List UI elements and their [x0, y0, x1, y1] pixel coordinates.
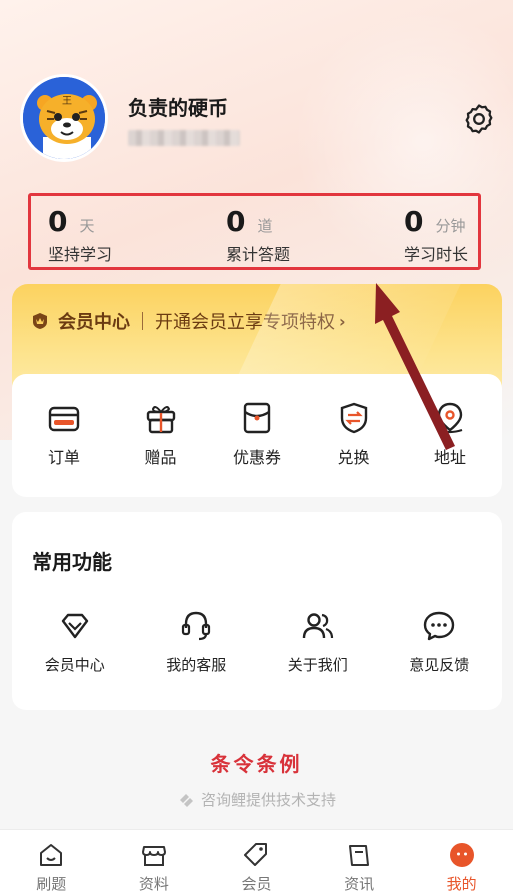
- stat-label: 学习时长: [403, 245, 468, 264]
- tab-mine[interactable]: 我的: [417, 830, 507, 895]
- username: 负责的硬币: [128, 96, 228, 120]
- section-title: 常用功能: [32, 550, 112, 574]
- gear-icon: [465, 104, 493, 134]
- users-icon: [302, 613, 333, 639]
- member-center-title: 会员中心: [58, 312, 130, 333]
- common-item-label: 我的客服: [166, 656, 227, 674]
- book-icon: [349, 845, 370, 866]
- store-icon: [141, 846, 166, 866]
- tab-label: 资讯: [344, 875, 375, 893]
- stat-unit: 天: [79, 217, 95, 235]
- common-item-label: 会员中心: [44, 656, 105, 674]
- headset-icon: [182, 611, 211, 641]
- quick-action-exchange[interactable]: 兑换: [314, 400, 394, 497]
- stat-study-days[interactable]: 0 天 坚持学习: [48, 208, 112, 267]
- stat-total-answers[interactable]: 0 道 累计答题: [226, 208, 290, 267]
- stat-label: 累计答题: [225, 245, 290, 264]
- wallet-icon: [48, 406, 80, 432]
- common-item-label: 关于我们: [287, 656, 348, 674]
- avatar[interactable]: 王: [20, 74, 108, 162]
- brand-logo-icon: [179, 793, 193, 807]
- quick-action-label: 订单: [47, 448, 80, 467]
- quick-action-label: 优惠券: [232, 448, 281, 467]
- tab-label: 会员: [241, 875, 272, 893]
- quick-actions-card: 订单 赠品 优惠券 兑换 地址: [12, 374, 502, 497]
- coupon-icon: [243, 402, 271, 434]
- tab-label: 刷题: [36, 875, 67, 893]
- common-member-center[interactable]: 会员中心: [20, 608, 130, 675]
- quick-action-label: 兑换: [337, 448, 370, 467]
- powered-by: 咨询鲤提供技术支持: [0, 789, 513, 810]
- stat-unit: 分钟: [435, 217, 466, 235]
- tab-membership[interactable]: 会员: [211, 830, 301, 895]
- tab-label: 资料: [138, 875, 169, 893]
- stat-value: 0: [225, 205, 246, 238]
- bottom-tab-bar: 刷题 资料 会员 资讯 我的: [0, 829, 513, 895]
- stat-unit: 道: [257, 217, 273, 235]
- stat-study-time[interactable]: 0 分钟 学习时长: [404, 208, 468, 267]
- stat-value: 0: [48, 205, 68, 238]
- crown-shield-icon: [33, 313, 47, 329]
- exchange-shield-icon: [340, 402, 367, 434]
- tag-icon: [244, 843, 268, 866]
- location-pin-icon: [437, 402, 463, 434]
- stat-label: 坚持学习: [48, 245, 113, 264]
- quick-action-label: 地址: [433, 448, 466, 467]
- common-about-us[interactable]: 关于我们: [263, 608, 373, 675]
- user-id-blurred: [128, 130, 240, 146]
- common-functions-card: 常用功能 会员中心 我的客服 关于我们 意见反馈: [12, 512, 502, 710]
- quick-action-gifts[interactable]: 赠品: [121, 400, 201, 497]
- quick-action-coupons[interactable]: 优惠券: [217, 400, 297, 497]
- member-promo-text: 开通会员立享专项特权: [155, 312, 335, 333]
- tab-materials[interactable]: 资料: [109, 830, 199, 895]
- learning-stats: 0 天 坚持学习 0 道 累计答题 0 分钟 学习时长: [28, 193, 481, 270]
- chevron-right-icon: ›: [339, 311, 346, 331]
- stat-value: 0: [403, 205, 424, 238]
- home-icon: [40, 844, 63, 866]
- quick-action-address[interactable]: 地址: [410, 400, 490, 497]
- common-feedback[interactable]: 意见反馈: [384, 608, 494, 675]
- quick-action-orders[interactable]: 订单: [24, 400, 104, 497]
- tab-news[interactable]: 资讯: [314, 830, 404, 895]
- tab-practice[interactable]: 刷题: [6, 830, 96, 895]
- svg-text:王: 王: [62, 96, 72, 107]
- common-customer-service[interactable]: 我的客服: [141, 608, 251, 675]
- gift-icon: [146, 406, 175, 434]
- profile-face-icon: [449, 843, 474, 867]
- tab-label: 我的: [446, 875, 477, 893]
- settings-button[interactable]: [460, 100, 498, 138]
- common-item-label: 意见反馈: [409, 656, 470, 674]
- diamond-icon: [61, 613, 88, 639]
- powered-by-text: 咨询鲤提供技术支持: [200, 791, 336, 809]
- divider: [142, 312, 143, 330]
- quick-action-label: 赠品: [144, 448, 177, 467]
- chat-bubble-icon: [424, 611, 455, 641]
- terms-link[interactable]: 条令条例: [0, 748, 513, 777]
